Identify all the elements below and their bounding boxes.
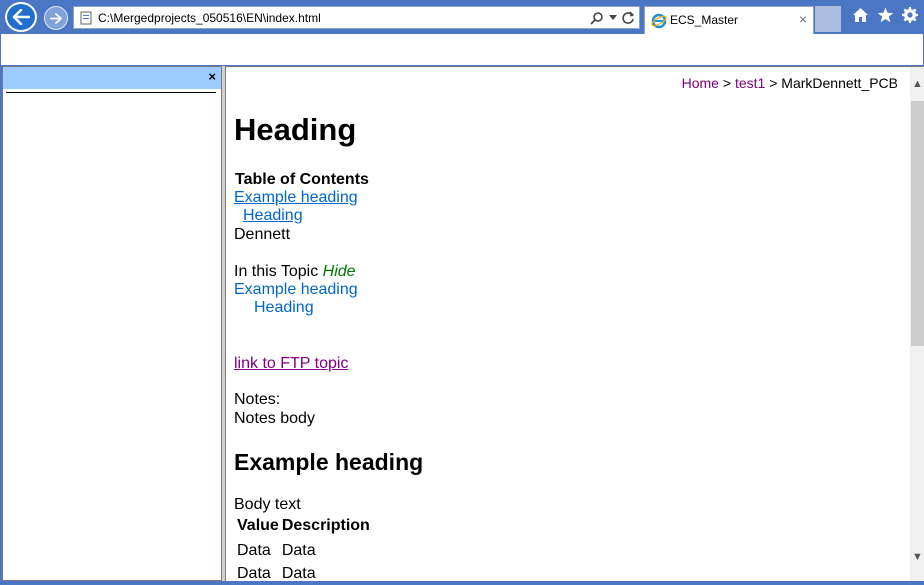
browser-chrome: C:\Mergedprojects_050516\EN\index.html E… (0, 0, 924, 34)
table-cell: Data (281, 565, 316, 581)
tab-close-button[interactable]: × (799, 11, 807, 27)
dropdown-icon[interactable] (609, 15, 617, 21)
breadcrumb-test1-link[interactable]: test1 (735, 75, 765, 91)
topic-link-heading[interactable]: Heading (254, 299, 314, 317)
page-title: Heading (234, 112, 357, 147)
data-table: Value Description Data Data Data Data (234, 514, 373, 581)
in-this-topic: In this Topic Hide (234, 263, 356, 281)
tab-ecs-master[interactable]: ECS_Master × (644, 6, 814, 34)
hide-toggle-link[interactable]: Hide (323, 263, 356, 280)
breadcrumb-separator: > (765, 75, 782, 91)
home-icon[interactable] (852, 7, 869, 23)
breadcrumb-home-link[interactable]: Home (682, 75, 719, 91)
vertical-scrollbar[interactable]: ▲ ▼ (910, 67, 924, 581)
table-cell: Data (237, 542, 271, 559)
refresh-icon[interactable] (622, 11, 635, 25)
new-tab-button[interactable] (815, 6, 841, 32)
notes-label: Notes: (234, 391, 281, 408)
content-pane: Home > test1 > MarkDennett_PCB Heading T… (225, 66, 924, 581)
table-header-cell: Value (237, 517, 279, 534)
close-pane-button[interactable]: × (208, 69, 216, 84)
breadcrumb-current: MarkDennett_PCB (781, 75, 898, 91)
navigation-pane-header: × (3, 67, 221, 89)
divider (6, 92, 216, 93)
in-this-topic-label: In this Topic (234, 263, 319, 280)
forward-arrow-icon (50, 12, 62, 24)
table-row: Data Data (237, 542, 370, 562)
toc-link-example-heading[interactable]: Example heading (234, 189, 358, 207)
star-icon[interactable] (877, 7, 894, 23)
table-header-cell: Description (281, 517, 370, 534)
section-heading: Example heading (234, 449, 424, 475)
topic-link-example-heading[interactable]: Example heading (234, 281, 358, 299)
back-arrow-icon (12, 9, 30, 25)
back-button[interactable] (5, 2, 37, 32)
ie-icon (651, 13, 667, 29)
toc-link-heading[interactable]: Heading (243, 207, 303, 225)
ftp-topic-link[interactable]: link to FTP topic (234, 355, 348, 373)
breadcrumb-separator: > (718, 75, 735, 91)
navigation-pane: × (2, 66, 222, 581)
scrollbar-thumb[interactable] (911, 101, 924, 346)
toc-author: Dennett (234, 226, 291, 243)
command-bar (0, 34, 924, 65)
toc-title: Table of Contents (235, 171, 369, 188)
scroll-up-arrow-icon[interactable]: ▲ (910, 77, 924, 91)
notes-body: Notes body (234, 410, 315, 427)
address-text[interactable]: C:\Mergedprojects_050516\EN\index.html (98, 11, 321, 25)
table-cell: Data (281, 542, 316, 559)
scroll-down-arrow-icon[interactable]: ▼ (910, 550, 924, 564)
address-bar[interactable]: C:\Mergedprojects_050516\EN\index.html (73, 6, 640, 29)
table-header-row: Value Description (237, 517, 370, 539)
table-row: Data Data (237, 565, 370, 581)
table-cell: Data (237, 565, 271, 581)
breadcrumb: Home > test1 > MarkDennett_PCB (682, 75, 898, 91)
body-text: Body text (234, 496, 301, 513)
search-icon[interactable] (590, 11, 604, 25)
gear-icon[interactable] (902, 7, 918, 23)
forward-button[interactable] (44, 6, 68, 30)
page-icon (80, 11, 92, 25)
tab-title: ECS_Master (670, 13, 739, 27)
